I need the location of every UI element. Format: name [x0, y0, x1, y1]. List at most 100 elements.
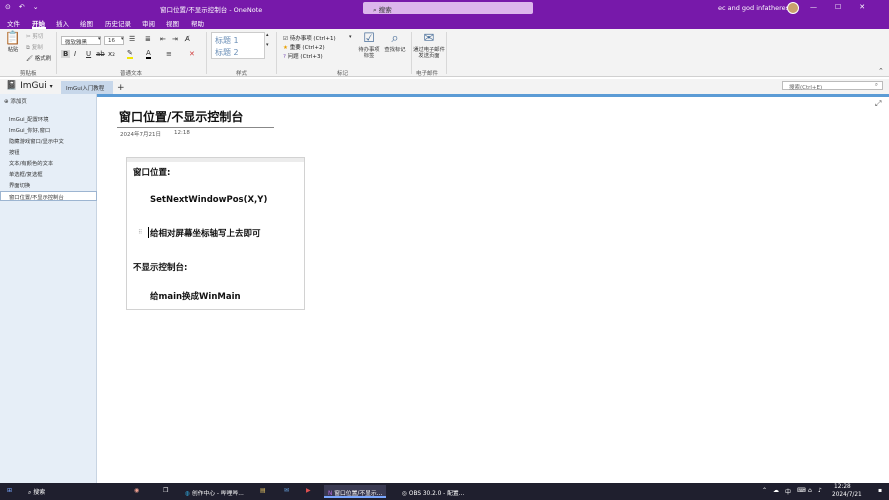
divider	[446, 32, 447, 74]
title-underline	[117, 127, 274, 128]
subscript-button[interactable]: x₂	[108, 50, 115, 58]
notebook-search-input[interactable]: 搜索(Ctrl+E) ⌕	[782, 81, 883, 91]
note-line[interactable]: 窗口位置:	[133, 166, 170, 178]
taskbar-app-onenote[interactable]: N 窗口位置/不显示...	[324, 485, 387, 498]
video-icon[interactable]: ▶	[306, 487, 311, 494]
notification-icon[interactable]: ▪	[878, 487, 882, 494]
indent-icon[interactable]: ⇥	[172, 35, 178, 43]
style-heading-2[interactable]: 标题 2	[215, 47, 239, 58]
underline-button[interactable]: U	[86, 50, 91, 58]
maximize-button[interactable]: ☐	[835, 3, 841, 11]
tag-important[interactable]: ★ 重要 (Ctrl+2)	[283, 43, 325, 51]
italic-button[interactable]: I	[74, 50, 76, 58]
page-item[interactable]: 单选框/复选框	[9, 170, 43, 178]
align-icon[interactable]: ≡	[166, 50, 172, 58]
taskbar-app-edge[interactable]: ◍ 创作中心 - 哔哩哔...	[181, 485, 248, 498]
page-item-selected[interactable]: 窗口位置/不显示控制台	[9, 193, 64, 201]
tray-chevron-icon[interactable]: ⌃	[762, 487, 767, 494]
note-line[interactable]: 给相对屏幕坐标轴写上去即可	[150, 227, 261, 239]
minimize-button[interactable]: —	[810, 3, 817, 11]
taskbar-app-obs[interactable]: ◎ OBS 30.2.0 - 配置...	[398, 485, 468, 498]
file-explorer-icon[interactable]: ▤	[260, 487, 266, 494]
volume-icon[interactable]: ♪	[818, 487, 822, 494]
delete-icon[interactable]: ✕	[189, 50, 195, 58]
page-item[interactable]: 隐藏游戏窗口/显示中文	[9, 137, 64, 145]
title-search[interactable]: ⌕ 搜索	[363, 2, 533, 14]
page-item[interactable]: ImGui_配置环境	[9, 115, 49, 123]
task-view-icon[interactable]: ❐	[163, 487, 168, 494]
menu-history[interactable]: 历史记录	[105, 18, 131, 28]
back-icon[interactable]: ⊙	[5, 3, 11, 11]
email-page-button[interactable]: ✉ 通过电子邮件发送页面	[413, 32, 445, 60]
paragraph-handle-icon[interactable]: ⠿	[138, 229, 142, 236]
undo-icon[interactable]: ↶	[19, 3, 25, 11]
menu-view[interactable]: 视图	[166, 18, 179, 28]
search-icon: ⌕	[874, 82, 878, 88]
section-tab[interactable]: ImGui入门教程	[61, 81, 113, 94]
network-icon[interactable]: ⌂	[808, 487, 812, 494]
add-page-button[interactable]: ⊕ 添加页	[0, 96, 97, 106]
chevron-down-icon[interactable]: ▾	[98, 36, 101, 42]
container-handle[interactable]	[127, 158, 304, 162]
chevron-down-icon[interactable]: ▾	[121, 36, 124, 42]
tray-keyboard-icon[interactable]: ⌨	[797, 487, 806, 494]
highlight-icon[interactable]: ✎	[127, 49, 133, 59]
add-section-button[interactable]: +	[117, 83, 125, 93]
mail-icon[interactable]: ✉	[284, 487, 289, 494]
email-group-label: 电子邮件	[416, 71, 439, 77]
page-item[interactable]: 文本/有颜色的文本	[9, 159, 53, 167]
note-line[interactable]: 给main换成WinMain	[150, 290, 241, 302]
menu-file[interactable]: 文件	[7, 18, 20, 28]
taskbar-time[interactable]: 12:28	[834, 484, 851, 490]
expand-icon[interactable]: ⤢	[875, 99, 881, 109]
avatar[interactable]	[787, 2, 799, 14]
search-icon: ⌕	[373, 6, 377, 14]
menu-help[interactable]: 帮助	[191, 18, 204, 28]
page-item[interactable]: 界面切换	[9, 181, 30, 189]
notebook-selector[interactable]: 📓 ImGui ▾	[6, 81, 53, 91]
tag-question[interactable]: ? 问题 (Ctrl+3)	[283, 52, 323, 60]
close-button[interactable]: ✕	[859, 3, 865, 11]
tag-todo[interactable]: ☑ 待办事项 (Ctrl+1)	[283, 34, 336, 42]
taskbar-date[interactable]: 2024/7/21	[832, 492, 862, 498]
format-painter-button[interactable]: 🖌 格式刷	[26, 54, 51, 62]
page-item[interactable]: ImGui_你好,窗口	[9, 126, 50, 134]
user-name[interactable]: ec and god infatheres R	[718, 4, 796, 12]
menu-insert[interactable]: 插入	[56, 18, 69, 28]
page-item[interactable]: 按钮	[9, 148, 20, 156]
copy-button[interactable]: ⧉ 复制	[26, 43, 43, 52]
tray-lang-icon[interactable]: 中	[785, 487, 791, 496]
bullet-list-icon[interactable]: ☰	[129, 35, 135, 43]
style-scroll-down-icon[interactable]: ▾	[266, 42, 269, 48]
windows-start-icon[interactable]: ⊞	[7, 487, 12, 494]
font-color-icon[interactable]: A	[146, 49, 151, 59]
paste-button[interactable]: 📋 粘贴	[2, 32, 24, 54]
divider	[56, 32, 57, 74]
tray-app-icon[interactable]: ☁	[773, 487, 779, 494]
menu-review[interactable]: 审阅	[142, 18, 155, 28]
find-tags-button[interactable]: ⌕ 查找标记	[381, 32, 409, 54]
note-line[interactable]: 不显示控制台:	[133, 261, 187, 273]
menu-draw[interactable]: 绘图	[80, 18, 93, 28]
page-time: 12:18	[174, 130, 190, 136]
bold-button[interactable]: B	[61, 50, 71, 58]
window-title: 窗口位置/不显示控制台 - OneNote	[160, 6, 263, 14]
clear-format-icon[interactable]: A̸	[185, 35, 190, 43]
page-title[interactable]: 窗口位置/不显示控制台	[119, 108, 243, 125]
style-scroll-up-icon[interactable]: ▴	[266, 32, 269, 38]
style-heading-1[interactable]: 标题 1	[215, 35, 239, 46]
font-family-select[interactable]: 微软雅黑	[61, 36, 101, 46]
cut-button[interactable]: ✂ 剪切	[26, 32, 43, 40]
style-gallery[interactable]: 标题 1 标题 2	[211, 32, 265, 59]
widget-icon[interactable]: ◉	[134, 487, 139, 494]
taskbar-search[interactable]: ⌕ 搜索	[28, 487, 45, 497]
todo-tag-button[interactable]: ☑ 待办事项标签	[356, 32, 382, 60]
collapse-ribbon-icon[interactable]: ⌃	[878, 67, 884, 75]
tags-more-icon[interactable]: ▾	[349, 34, 352, 40]
number-list-icon[interactable]: ≣	[145, 35, 151, 43]
menu-bar: 文件 开始 插入 绘图 历史记录 审阅 视图 帮助	[0, 16, 889, 29]
outdent-icon[interactable]: ⇤	[160, 35, 166, 43]
strikethrough-button[interactable]: ab	[96, 50, 105, 58]
customize-icon[interactable]: ⌄	[33, 3, 39, 11]
note-line[interactable]: SetNextWindowPos(X,Y)	[150, 195, 267, 205]
